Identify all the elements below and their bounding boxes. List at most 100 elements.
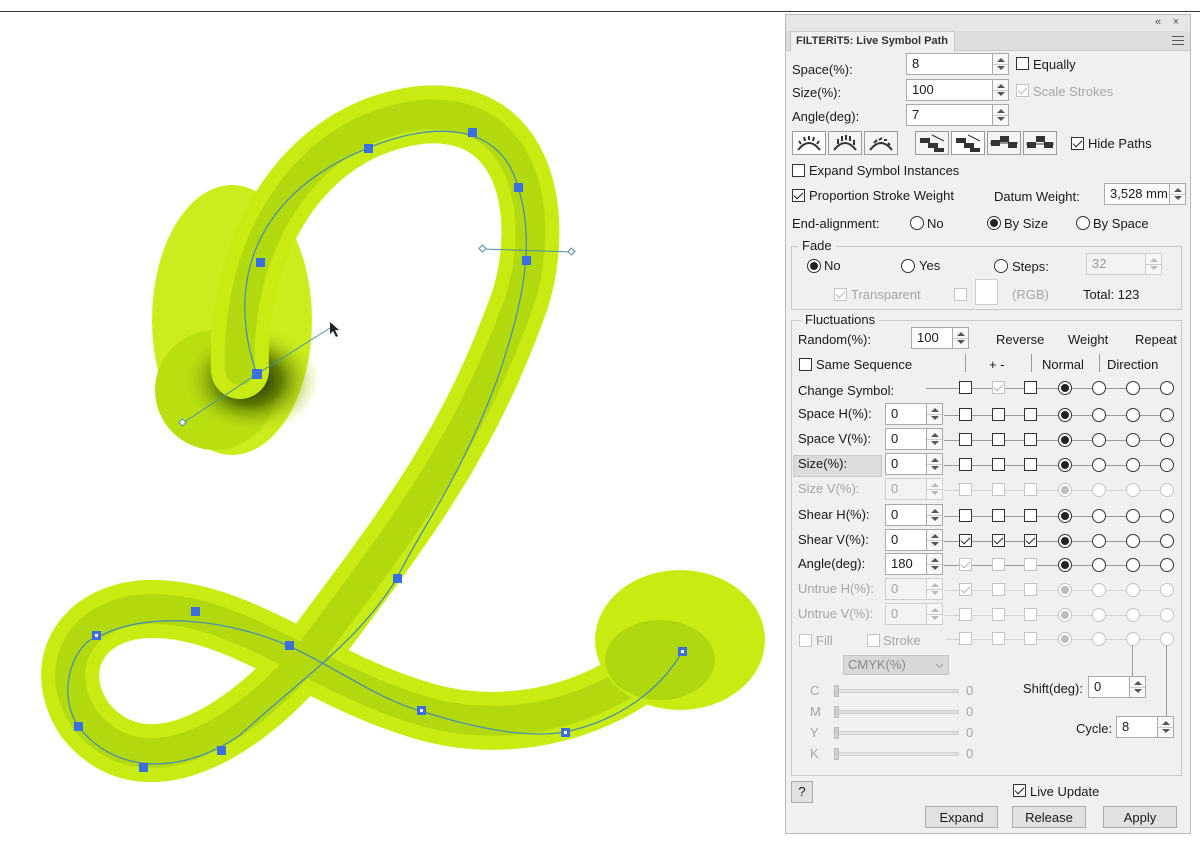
fluctuation-option-checkbox[interactable] <box>1024 632 1037 645</box>
fluctuation-option-checkbox[interactable] <box>992 534 1005 547</box>
fluctuation-option-radio[interactable] <box>1092 381 1106 395</box>
fluctuation-option-radio[interactable] <box>1092 534 1106 548</box>
fluctuation-row-input[interactable]: 0 <box>885 453 927 475</box>
fluctuation-option-checkbox[interactable] <box>992 558 1005 571</box>
fluctuation-option-radio[interactable] <box>1058 608 1072 622</box>
fluctuation-option-radio[interactable] <box>1092 608 1106 622</box>
fluctuation-option-checkbox[interactable] <box>1024 608 1037 621</box>
fluctuation-option-radio[interactable] <box>1126 458 1140 472</box>
fluctuation-option-radio[interactable] <box>1126 408 1140 422</box>
fluctuation-option-checkbox[interactable] <box>992 483 1005 496</box>
fluctuation-option-radio[interactable] <box>1092 509 1106 523</box>
fluctuation-row-stepper[interactable] <box>927 553 943 575</box>
fluctuation-option-radio[interactable] <box>1126 558 1140 572</box>
fluctuation-row-stepper[interactable] <box>927 428 943 450</box>
space-stepper[interactable] <box>993 53 1009 75</box>
fluctuation-option-checkbox[interactable] <box>959 408 972 421</box>
fluctuation-option-checkbox[interactable] <box>992 509 1005 522</box>
expand-button[interactable]: Expand <box>925 806 998 828</box>
random-stepper[interactable] <box>953 327 969 349</box>
cmyk-slider-thumb[interactable] <box>834 727 839 739</box>
size-stepper[interactable] <box>993 79 1009 101</box>
cycle-input[interactable]: 8 <box>1116 716 1158 738</box>
fluctuation-option-radio[interactable] <box>1058 632 1072 646</box>
fluctuation-option-radio[interactable] <box>1126 608 1140 622</box>
fluctuation-option-checkbox[interactable] <box>1024 433 1037 446</box>
fluctuation-option-checkbox[interactable] <box>959 608 972 621</box>
fluctuation-option-radio[interactable] <box>1092 483 1106 497</box>
fluctuation-option-radio[interactable] <box>1160 583 1174 597</box>
live-update-checkbox[interactable] <box>1013 784 1026 797</box>
fluctuation-row-stepper[interactable] <box>927 529 943 551</box>
fluctuation-row-input[interactable]: 0 <box>885 478 927 500</box>
fluctuation-option-radio[interactable] <box>1092 558 1106 572</box>
artwork-canvas[interactable] <box>0 0 785 853</box>
fluctuation-option-checkbox[interactable] <box>1024 483 1037 496</box>
fluctuation-option-radio[interactable] <box>1058 458 1072 472</box>
fluctuation-option-radio[interactable] <box>1160 408 1174 422</box>
fluctuation-option-checkbox[interactable] <box>959 583 972 596</box>
fade-steps-input[interactable]: 32 <box>1086 253 1146 275</box>
fill-checkbox[interactable] <box>799 634 812 647</box>
fluctuation-option-radio[interactable] <box>1058 534 1072 548</box>
fluctuation-option-radio[interactable] <box>1092 433 1106 447</box>
fade-steps-radio[interactable] <box>994 259 1008 273</box>
fluctuation-row-input[interactable]: 0 <box>885 504 927 526</box>
fluctuation-option-radio[interactable] <box>1160 534 1174 548</box>
fluctuation-option-checkbox[interactable] <box>992 608 1005 621</box>
equally-checkbox[interactable] <box>1016 57 1029 70</box>
fluctuation-option-checkbox[interactable] <box>992 583 1005 596</box>
arc-spread-button[interactable] <box>792 131 826 155</box>
stroke-checkbox[interactable] <box>867 634 880 647</box>
fluctuation-option-radio[interactable] <box>1092 632 1106 646</box>
fluctuation-row-input[interactable]: 180 <box>885 553 927 575</box>
arc-tangent-button[interactable] <box>864 131 898 155</box>
fluctuation-row-stepper[interactable] <box>927 603 943 625</box>
panel-menu-icon[interactable] <box>1172 33 1184 47</box>
expand-instances-checkbox[interactable] <box>792 164 805 177</box>
cmyk-slider-track[interactable] <box>834 731 959 735</box>
fluctuation-option-radio[interactable] <box>1092 408 1106 422</box>
random-input[interactable]: 100 <box>911 327 953 349</box>
cycle-stepper[interactable] <box>1158 716 1174 738</box>
cmyk-slider-track[interactable] <box>834 689 959 693</box>
fluctuation-option-radio[interactable] <box>1058 483 1072 497</box>
fluctuation-option-radio[interactable] <box>1160 483 1174 497</box>
fade-color-checkbox[interactable] <box>954 288 967 301</box>
fluctuation-option-checkbox[interactable] <box>992 632 1005 645</box>
fluctuation-option-radio[interactable] <box>1160 632 1174 646</box>
fluctuation-row-input[interactable]: 0 <box>885 529 927 551</box>
fluctuation-option-radio[interactable] <box>1160 458 1174 472</box>
fluctuation-option-checkbox[interactable] <box>992 458 1005 471</box>
arc-upright-button[interactable] <box>828 131 862 155</box>
fluctuation-option-radio[interactable] <box>1160 558 1174 572</box>
fluctuation-option-radio[interactable] <box>1126 509 1140 523</box>
datum-weight-stepper[interactable] <box>1170 183 1186 205</box>
cmyk-slider-track[interactable] <box>834 752 959 756</box>
proportion-stroke-checkbox[interactable] <box>792 189 805 202</box>
fluctuation-option-radio[interactable] <box>1058 408 1072 422</box>
fluctuation-option-radio[interactable] <box>1126 534 1140 548</box>
align-bottom-button[interactable] <box>915 131 949 155</box>
fluctuation-row-stepper[interactable] <box>927 453 943 475</box>
fluctuation-option-checkbox[interactable] <box>959 483 972 496</box>
panel-tab[interactable]: FILTERiT5: Live Symbol Path <box>790 31 955 52</box>
fluctuation-option-checkbox[interactable] <box>959 558 972 571</box>
fluctuation-option-checkbox[interactable] <box>959 381 972 394</box>
fluctuation-option-radio[interactable] <box>1058 433 1072 447</box>
collapse-icon[interactable]: « <box>1152 16 1164 28</box>
align-spread-button[interactable] <box>1023 131 1057 155</box>
fluctuation-option-checkbox[interactable] <box>1024 583 1037 596</box>
fluctuation-option-radio[interactable] <box>1092 583 1106 597</box>
fluctuation-row-input[interactable]: 0 <box>885 428 927 450</box>
fluctuation-option-radio[interactable] <box>1058 509 1072 523</box>
fluctuation-option-radio[interactable] <box>1058 381 1072 395</box>
fade-no-radio[interactable] <box>807 259 821 273</box>
fluctuation-option-radio[interactable] <box>1126 632 1140 646</box>
fluctuation-option-checkbox[interactable] <box>1024 534 1037 547</box>
color-mode-select[interactable]: CMYK(%) <box>843 655 949 675</box>
fade-transparent-checkbox[interactable] <box>834 288 847 301</box>
fluctuation-option-radio[interactable] <box>1160 381 1174 395</box>
cmyk-slider-thumb[interactable] <box>834 748 839 760</box>
size-input[interactable]: 100 <box>906 79 993 101</box>
